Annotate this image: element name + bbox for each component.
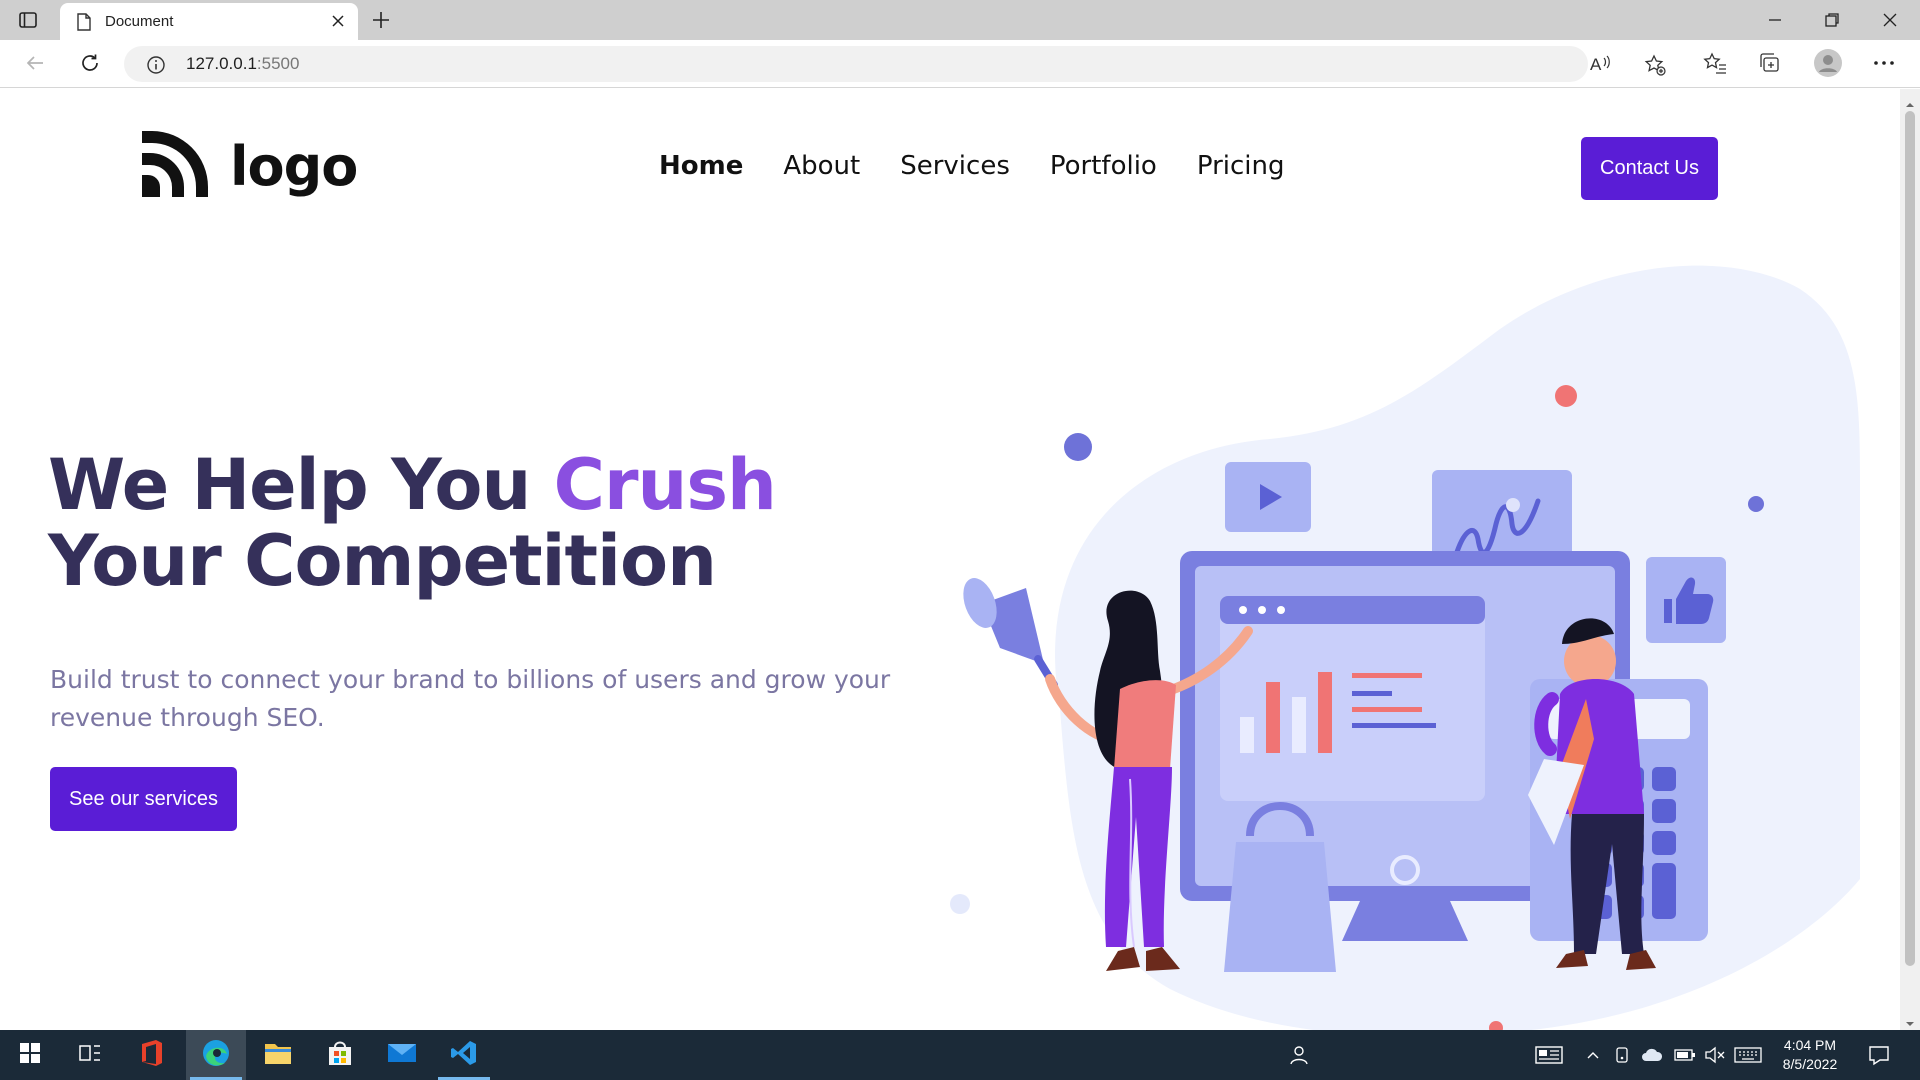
main-nav: Home About Services Portfolio Pricing [659, 151, 1284, 181]
weather-icon[interactable] [1640, 1030, 1664, 1080]
document-icon [76, 13, 92, 35]
browser-tab-bar: Document [0, 0, 1920, 40]
favorites-icon[interactable] [1703, 52, 1727, 78]
svg-text:A: A [1590, 55, 1602, 74]
office-icon [140, 1039, 164, 1071]
clock-date: 8/5/2022 [1782, 1056, 1838, 1072]
nav-link-pricing[interactable]: Pricing [1197, 151, 1285, 181]
url-host: 127.0.0.1 [186, 54, 257, 73]
url-port: :5500 [256, 54, 300, 73]
scrollbar-thumb[interactable] [1905, 111, 1915, 966]
site-logo[interactable]: logo [138, 127, 358, 205]
browser-tab[interactable]: Document [60, 3, 358, 40]
read-aloud-icon[interactable]: A [1590, 54, 1612, 78]
see-services-button[interactable]: See our services [50, 767, 237, 831]
store-icon [326, 1039, 354, 1071]
taskbar-file-explorer[interactable] [248, 1030, 308, 1080]
meet-now-icon[interactable] [1614, 1030, 1632, 1080]
more-menu-icon[interactable] [1872, 52, 1896, 78]
collections-icon[interactable] [1758, 52, 1782, 78]
close-tab-icon[interactable] [330, 13, 346, 33]
hero-subtitle: Build trust to connect your brand to bil… [50, 665, 891, 732]
back-arrow-icon[interactable] [24, 52, 46, 78]
nav-link-home[interactable]: Home [659, 151, 743, 181]
volume-muted-icon[interactable] [1704, 1030, 1726, 1080]
scroll-up-icon[interactable] [1905, 95, 1915, 107]
hero-title-part1: We Help You [48, 444, 554, 526]
taskbar-vscode[interactable] [434, 1030, 494, 1080]
profile-avatar-icon[interactable] [1813, 48, 1843, 82]
vscode-icon [450, 1039, 478, 1071]
nav-link-portfolio[interactable]: Portfolio [1050, 151, 1157, 181]
start-button[interactable] [0, 1030, 60, 1080]
page-viewport: logo Home About Services Portfolio Prici… [0, 89, 1900, 1030]
address-bar[interactable]: 127.0.0.1:5500 A [124, 46, 1666, 82]
logo-mark-icon [138, 127, 212, 205]
edge-browser-icon [201, 1038, 231, 1072]
hero-illustration [950, 265, 1860, 1030]
restore-icon[interactable] [1822, 10, 1842, 34]
page-scrollbar[interactable] [1900, 89, 1920, 1030]
keyboard-icon[interactable] [1734, 1030, 1762, 1080]
folder-icon [263, 1040, 293, 1070]
url-text: 127.0.0.1:5500 [186, 54, 299, 74]
close-window-icon[interactable] [1880, 10, 1900, 34]
new-tab-icon[interactable] [370, 9, 392, 35]
contact-us-button[interactable]: Contact Us [1581, 137, 1718, 200]
nav-link-services[interactable]: Services [900, 151, 1010, 181]
tab-title: Document [105, 13, 174, 30]
news-widget-icon[interactable] [1535, 1030, 1563, 1080]
taskbar-edge[interactable] [186, 1030, 246, 1080]
taskbar-store[interactable] [310, 1030, 370, 1080]
battery-icon[interactable] [1674, 1030, 1696, 1080]
hero-title-accent: Crush [553, 444, 777, 526]
add-favorite-icon[interactable] [1644, 54, 1666, 80]
task-view-icon [78, 1042, 102, 1068]
windows-logo-icon [19, 1042, 41, 1068]
refresh-icon[interactable] [79, 52, 101, 78]
tab-actions-icon[interactable] [18, 10, 38, 30]
clock-time: 4:04 PM [1783, 1037, 1837, 1053]
taskbar-mail[interactable] [372, 1030, 432, 1080]
logo-text: logo [230, 134, 358, 198]
taskbar-clock[interactable]: 4:04 PM 8/5/2022 [1772, 1036, 1848, 1074]
hero-title: We Help You Crush Your Competition [48, 444, 777, 602]
nav-link-about[interactable]: About [783, 151, 860, 181]
site-info-icon[interactable] [146, 55, 166, 79]
browser-toolbar: 127.0.0.1:5500 A [0, 40, 1920, 88]
notifications-icon[interactable] [1868, 1030, 1890, 1080]
mail-icon [387, 1042, 417, 1068]
minimize-icon[interactable] [1765, 10, 1785, 34]
chevron-up-icon[interactable] [1585, 1030, 1601, 1080]
task-view-button[interactable] [60, 1030, 120, 1080]
hero-title-line2: Your Competition [48, 520, 717, 602]
taskbar-office[interactable] [122, 1030, 182, 1080]
scroll-down-icon[interactable] [1905, 1014, 1915, 1026]
windows-taskbar: 4:04 PM 8/5/2022 [0, 1030, 1920, 1080]
people-icon[interactable] [1288, 1030, 1310, 1080]
